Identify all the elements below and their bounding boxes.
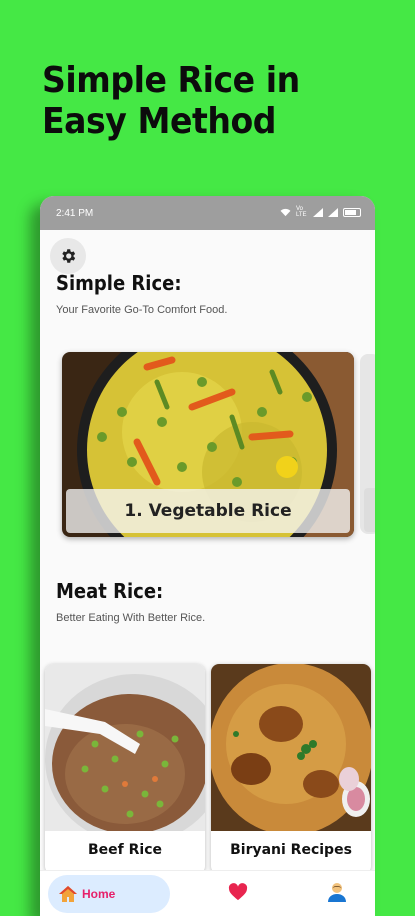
wifi-icon	[280, 208, 291, 216]
person-icon	[328, 883, 346, 902]
beef-rice-image	[45, 664, 205, 831]
network-label: Vo LTE	[296, 206, 307, 218]
meat-card-label: Beef Rice	[88, 842, 162, 858]
biryani-image	[211, 664, 371, 831]
meat-card-label: Biryani Recipes	[230, 842, 352, 858]
section-title-meat-rice: Meat Rice:	[56, 579, 164, 603]
promo-line-2: Easy Method	[42, 101, 277, 142]
signal-icon	[313, 207, 323, 217]
heart-icon	[228, 883, 248, 901]
settings-button[interactable]	[50, 238, 86, 274]
section-subtitle-simple-rice: Your Favorite Go-To Comfort Food.	[56, 304, 228, 316]
home-icon	[59, 886, 77, 902]
section-subtitle-meat-rice: Better Eating With Better Rice.	[56, 612, 206, 624]
carousel-card-vegetable-rice[interactable]: 1. Vegetable Rice	[62, 352, 354, 537]
status-bar: 2:41 PM Vo LTE	[40, 196, 375, 230]
promo-headline: Simple Rice in Easy Method	[42, 60, 300, 142]
nav-favorites[interactable]	[228, 883, 248, 906]
meat-card-biryani-recipes[interactable]: Biryani Recipes	[211, 664, 371, 874]
nav-home[interactable]: Home	[48, 875, 170, 913]
gear-icon	[62, 249, 76, 263]
meat-card-beef-rice[interactable]: Beef Rice	[45, 664, 205, 874]
carousel-next-card-label	[364, 488, 375, 532]
phone-screen: 2:41 PM Vo LTE Simple Rice: Your Favorit…	[40, 196, 375, 916]
section-title-simple-rice: Simple Rice:	[56, 271, 182, 295]
battery-icon	[343, 207, 361, 217]
bottom-nav: Home	[40, 870, 375, 916]
status-time: 2:41 PM	[56, 208, 94, 219]
nav-profile[interactable]	[328, 882, 346, 907]
carousel-card-label: 1. Vegetable Rice	[66, 489, 350, 533]
promo-line-1: Simple Rice in	[42, 60, 300, 101]
status-icons: Vo LTE	[280, 206, 361, 218]
signal-icon-2	[328, 207, 338, 217]
nav-home-label: Home	[82, 887, 116, 901]
